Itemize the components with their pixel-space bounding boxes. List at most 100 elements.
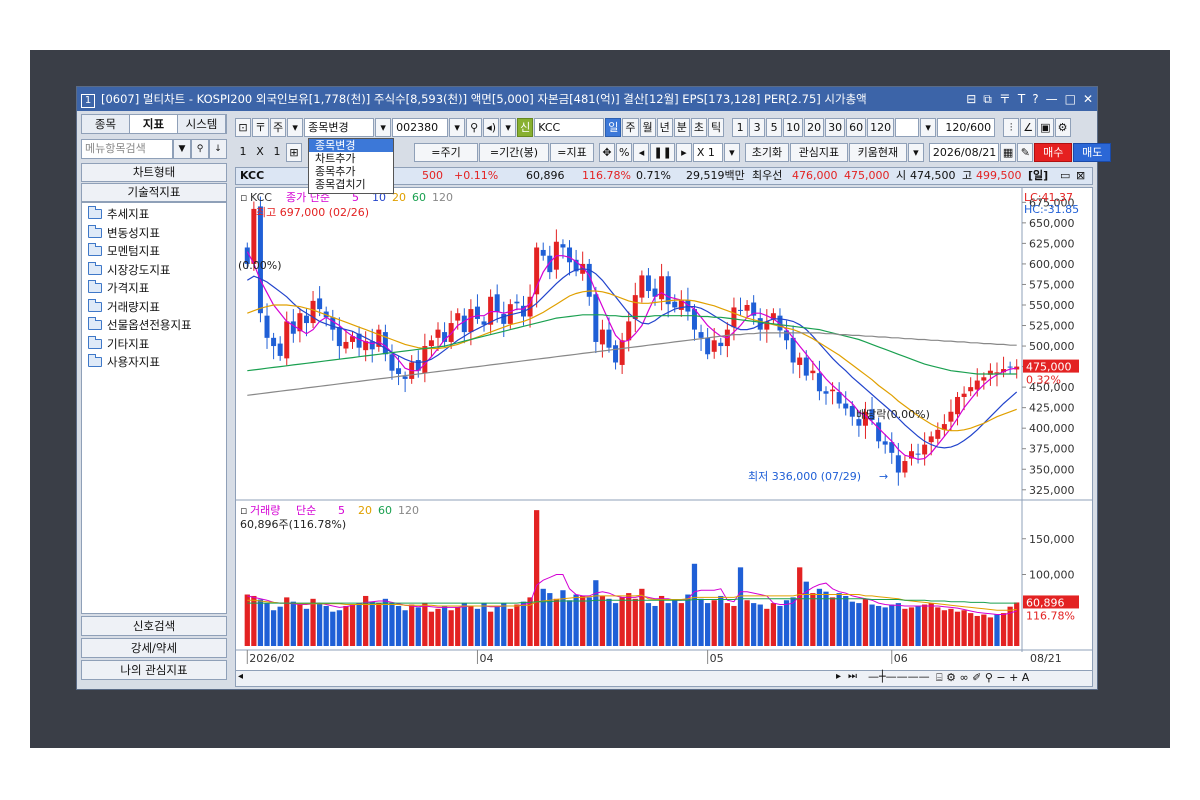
panel-close-icon[interactable]: ⊠ [1076, 168, 1085, 184]
tree-item-momentum[interactable]: 모멘텀지표 [82, 242, 226, 261]
chevron-down-icon[interactable]: ▾ [907, 142, 924, 162]
bar-count-input[interactable]: 120/600 [937, 117, 996, 137]
tree-item-user[interactable]: 사용자지표 [82, 353, 226, 372]
stock-name-field[interactable]: KCC [534, 117, 605, 137]
zoom-slider[interactable]: —┼———— [868, 670, 930, 683]
tab-stock[interactable]: 종목 [82, 115, 130, 133]
search-icon[interactable]: ⚲ [191, 139, 209, 159]
window-save-icon[interactable]: 〒 [999, 87, 1011, 111]
pause-icon[interactable]: ❚❚ [650, 142, 675, 162]
fav-indicator-button[interactable]: 관심지표 [789, 142, 848, 162]
mode-select[interactable]: 종목변경 [304, 117, 375, 137]
folder-icon [88, 335, 102, 349]
period-day[interactable]: 일 [605, 117, 622, 137]
strength-weakness-button[interactable]: 강세/약세 [81, 638, 227, 658]
interval-20[interactable]: 20 [804, 117, 825, 137]
period-tick[interactable]: 틱 [708, 117, 725, 137]
save-icon[interactable]: ▣ [1037, 117, 1054, 137]
custom-interval-input[interactable] [895, 117, 920, 137]
chevron-down-icon[interactable]: ▾ [375, 117, 392, 137]
tab-system[interactable]: 시스템 [178, 115, 226, 133]
date-input[interactable]: 2026/08/21 [928, 142, 999, 162]
stock-code-input[interactable]: 002380 [392, 117, 449, 137]
chevron-down-icon[interactable]: ▾ [287, 117, 304, 137]
chevron-down-icon[interactable]: ▼ [173, 139, 191, 159]
scroll-end-icon[interactable]: ⏭ [848, 671, 857, 682]
menu-item-add-stock[interactable]: 종목추가 [309, 165, 393, 178]
scroll-right-arrow-icon[interactable]: ▸ [836, 671, 841, 682]
scroll-right-icon[interactable]: ▸ [675, 142, 692, 162]
menu-item-change-stock[interactable]: 종목변경 [309, 139, 393, 152]
chart-scrollbar[interactable]: ◂ ▸ ⏭ —┼———— ⌸ ⚙ ∞ ✐ ⚲ − + A [235, 670, 1093, 687]
period-year[interactable]: 년 [656, 117, 673, 137]
period-button[interactable]: =주기 [414, 142, 478, 162]
candlestick-chart[interactable]: 675,000650,000625,000600,000575,000550,0… [236, 188, 1092, 670]
chevron-down-icon[interactable]: ▾ [500, 117, 517, 137]
tech-indicator-header[interactable]: 기술적지표 [81, 183, 227, 202]
tab-indicator[interactable]: 지표 [130, 115, 178, 133]
calendar-icon[interactable]: ▦ [999, 142, 1017, 162]
draw-tool-icon[interactable]: ∠ [1020, 117, 1037, 137]
period-second[interactable]: 초 [690, 117, 707, 137]
window-tile-icon[interactable]: ⧉ [983, 87, 992, 111]
chart-style-icon[interactable]: ⫶ [1003, 117, 1020, 137]
range-button[interactable]: =기간(봉) [479, 142, 549, 162]
period-week[interactable]: 주 [622, 117, 639, 137]
close-button[interactable]: ✕ [1083, 87, 1093, 111]
sell-button[interactable]: 매도 [1073, 142, 1112, 162]
percent-icon[interactable]: % [616, 142, 633, 162]
tree-item-trend[interactable]: 추세지표 [82, 205, 226, 224]
tree-item-price[interactable]: 가격지표 [82, 279, 226, 298]
tree-item-volatility[interactable]: 변동성지표 [82, 224, 226, 243]
indicator-button[interactable]: =지표 [550, 142, 594, 162]
interval-60[interactable]: 60 [846, 117, 867, 137]
buy-button[interactable]: 매수 [1034, 142, 1073, 162]
interval-1[interactable]: 1 [732, 117, 749, 137]
chevron-down-icon[interactable]: ▾ [449, 117, 466, 137]
period-minute[interactable]: 분 [673, 117, 690, 137]
chevron-down-icon[interactable]: ▾ [920, 117, 937, 137]
chart-tools-icons[interactable]: ⌸ ⚙ ∞ ✐ ⚲ − + A [936, 671, 1029, 685]
menu-item-add-chart[interactable]: 차트추가 [309, 152, 393, 165]
move-icon[interactable]: ✥ [599, 142, 615, 162]
scroll-left-arrow-icon[interactable]: ◂ [238, 671, 243, 682]
grid-icon[interactable]: ⊞ [286, 142, 302, 162]
maximize-button[interactable]: □ [1065, 87, 1076, 111]
tree-item-other[interactable]: 기타지표 [82, 335, 226, 354]
volume-bar [974, 615, 980, 646]
tree-item-futures-options[interactable]: 선물옵션전용지표 [82, 316, 226, 335]
menu-search-input[interactable]: 메뉴항목검색 [81, 139, 173, 159]
minimize-button[interactable]: — [1046, 87, 1058, 111]
help-icon[interactable]: ? [1032, 87, 1038, 111]
period-month[interactable]: 월 [639, 117, 656, 137]
pin-icon[interactable]: 〒 [252, 117, 269, 137]
menu-item-overlay-stock[interactable]: 종목겹치기 [309, 178, 393, 191]
market-select[interactable]: 주 [270, 117, 287, 137]
interval-10[interactable]: 10 [783, 117, 804, 137]
interval-30[interactable]: 30 [825, 117, 846, 137]
zoom-select[interactable]: X 1 [692, 142, 723, 162]
draw-icon[interactable]: ✎ [1017, 142, 1034, 162]
panel-minimize-icon[interactable]: ▭ [1060, 168, 1070, 184]
chevron-down-icon[interactable]: ▾ [723, 142, 740, 162]
interval-5[interactable]: 5 [766, 117, 783, 137]
window-split-icon[interactable]: ⊟ [966, 87, 976, 111]
tree-item-volume[interactable]: 거래량지표 [82, 298, 226, 317]
reset-button[interactable]: 초기화 [744, 142, 789, 162]
arrow-down-icon[interactable]: ↓ [209, 139, 227, 159]
interval-120[interactable]: 120 [867, 117, 895, 137]
title-bar[interactable]: 1 [0607] 멀티차트 - KOSPI200 외국인보유[1,778(천)]… [77, 87, 1097, 111]
font-icon[interactable]: T [1018, 87, 1025, 111]
interval-3[interactable]: 3 [749, 117, 766, 137]
chart-area[interactable]: 675,000 650,000 625,000 600,000 575,000 550,0… [235, 187, 1093, 677]
signal-search-button[interactable]: 신호검색 [81, 616, 227, 636]
chart-type-header[interactable]: 차트형태 [81, 163, 227, 182]
gear-icon[interactable]: ⚙ [1054, 117, 1071, 137]
search-icon[interactable]: ⚲ [466, 117, 483, 137]
layout-icon[interactable]: ⊡ [235, 117, 251, 137]
kiwoom-current-button[interactable]: 키움현재 [848, 142, 907, 162]
tree-item-market-strength[interactable]: 시장강도지표 [82, 261, 226, 280]
scroll-left-icon[interactable]: ◂ [633, 142, 650, 162]
my-indicators-button[interactable]: 나의 관심지표 [81, 660, 227, 680]
speaker-icon[interactable]: ◂) [483, 117, 500, 137]
